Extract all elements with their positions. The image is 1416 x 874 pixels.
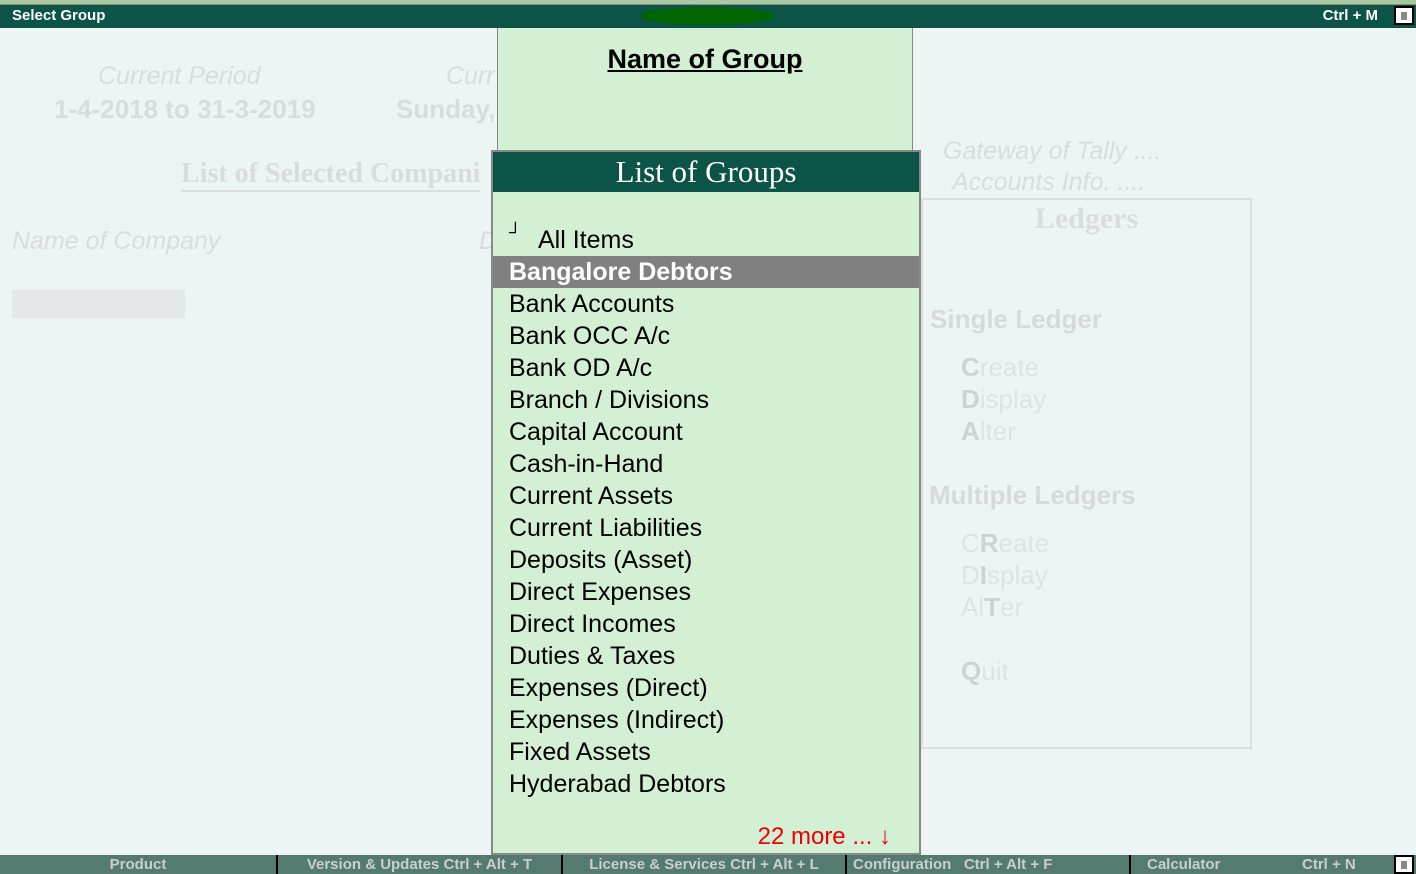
ledgers-menu: Ledgers Single Ledger Multiple Ledgers C…	[921, 198, 1252, 749]
menu-multi-create[interactable]: CReate	[961, 528, 1049, 559]
list-of-groups-title: List of Groups	[493, 152, 919, 192]
name-of-company-header: Name of Company	[12, 227, 221, 255]
version-updates-button[interactable]: Version & Updates Ctrl + Alt + T	[278, 855, 563, 874]
calculator-shortcut: Ctrl + M	[1322, 7, 1378, 24]
list-item[interactable]: Fixed Assets	[493, 736, 919, 768]
list-item[interactable]: Bank OCC A/c	[493, 320, 919, 352]
calculator-button[interactable]: Calculator	[1131, 855, 1281, 874]
single-ledger-header: Single Ledger	[930, 304, 1102, 334]
company-row-redacted	[12, 290, 185, 318]
list-item[interactable]: Expenses (Direct)	[493, 672, 919, 704]
toggle-button[interactable]	[1394, 6, 1414, 25]
list-item[interactable]: Expenses (Indirect)	[493, 704, 919, 736]
list-item[interactable]: Bangalore Debtors	[493, 256, 919, 288]
menu-quit[interactable]: Quit	[961, 656, 1009, 687]
name-of-group-title: Name of Group	[607, 44, 803, 74]
breadcrumb-gateway: Gateway of Tally ....	[943, 137, 1162, 165]
list-item[interactable]: Direct Expenses	[493, 576, 919, 608]
button-bar: Product Version & Updates Ctrl + Alt + T…	[0, 855, 1416, 874]
list-item[interactable]: Bank OD A/c	[493, 352, 919, 384]
list-item[interactable]: Branch / Divisions	[493, 384, 919, 416]
list-item-all-items[interactable]: All Items	[493, 224, 919, 256]
selected-companies-title: List of Selected Compani	[181, 158, 481, 192]
title-bar: Select Group Ctrl + M	[0, 5, 1416, 28]
current-date-value: Sunday,	[396, 94, 496, 124]
menu-multi-alter[interactable]: AlTer	[961, 592, 1023, 623]
menu-multi-display[interactable]: DIsplay	[961, 560, 1048, 591]
current-period-label: Current Period	[98, 62, 261, 90]
breadcrumb-accounts-info: Accounts Info. ....	[952, 168, 1146, 196]
list-item[interactable]: Current Liabilities	[493, 512, 919, 544]
list-item[interactable]: Direct Incomes	[493, 608, 919, 640]
screen-title: Select Group	[12, 7, 106, 24]
menu-display[interactable]: Display	[961, 384, 1046, 415]
list-of-groups-popup: List of Groups ┘ All Items Bangalore Debt…	[491, 150, 921, 855]
calculator-shortcut-label: Ctrl + N	[1302, 856, 1356, 873]
logo-icon	[640, 7, 775, 25]
list-item[interactable]: Hyderabad Debtors	[493, 768, 919, 800]
list-item[interactable]: Bank Accounts	[493, 288, 919, 320]
menu-alter[interactable]: Alter	[961, 416, 1016, 447]
name-of-group-panel: Name of Group	[497, 28, 913, 152]
list-item[interactable]: Deposits (Asset)	[493, 544, 919, 576]
product-button[interactable]: Product	[0, 855, 278, 874]
multiple-ledgers-header: Multiple Ledgers	[929, 480, 1136, 510]
license-services-button[interactable]: License & Services Ctrl + Alt + L	[563, 855, 847, 874]
configuration-button[interactable]: Configuration Ctrl + Alt + F	[847, 855, 1131, 874]
list-item[interactable]: Current Assets	[493, 480, 919, 512]
ledgers-title: Ledgers	[1034, 202, 1139, 235]
menu-create[interactable]: Create	[961, 352, 1039, 383]
current-period-value: 1-4-2018 to 31-3-2019	[54, 94, 316, 124]
list-item[interactable]: Cash-in-Hand	[493, 448, 919, 480]
list-item[interactable]: Capital Account	[493, 416, 919, 448]
more-items-indicator[interactable]: 22 more ... ↓	[758, 823, 891, 851]
current-date-label: Curr	[446, 62, 495, 90]
toggle-button-bottom[interactable]	[1394, 855, 1414, 874]
list-item[interactable]: Duties & Taxes	[493, 640, 919, 672]
